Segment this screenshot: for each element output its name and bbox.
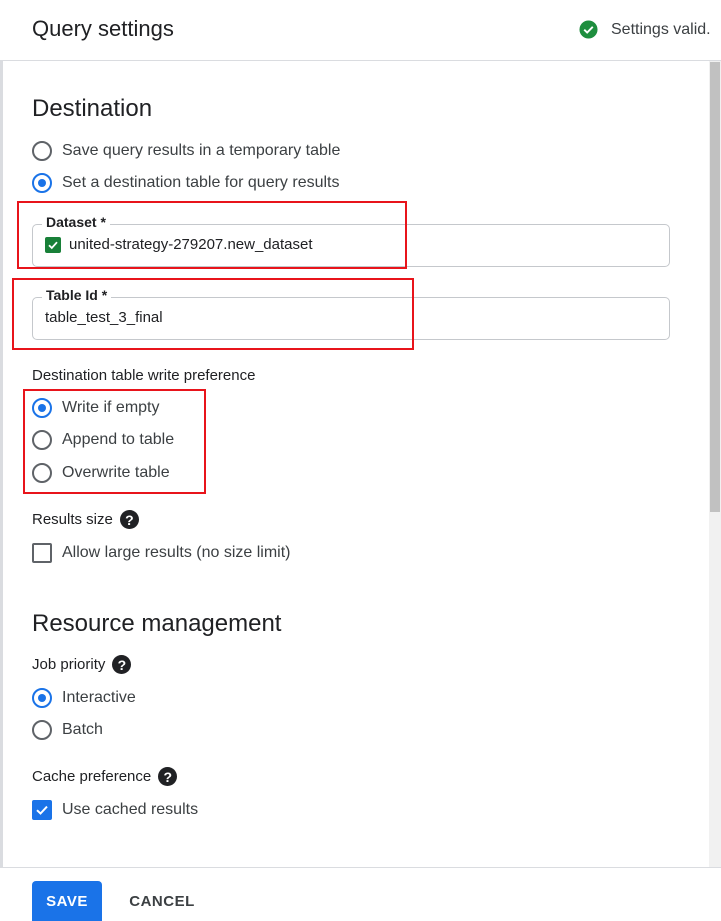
left-edge: [0, 0, 3, 920]
cancel-button[interactable]: CANCEL: [120, 881, 204, 921]
radio-label: Batch: [62, 721, 103, 738]
checkbox[interactable]: [32, 543, 52, 563]
resource-management-heading: Resource management: [32, 610, 282, 637]
radio-batch[interactable]: Batch: [32, 720, 103, 740]
help-icon[interactable]: ?: [112, 655, 132, 674]
radio-button[interactable]: [32, 141, 52, 161]
help-icon[interactable]: ?: [158, 767, 178, 786]
radio-interactive[interactable]: Interactive: [32, 688, 136, 708]
scrollbar-thumb[interactable]: [710, 62, 720, 512]
annotation-box-table-id: [12, 278, 414, 350]
radio-label: Set a destination table for query result…: [62, 174, 340, 191]
annotation-box-dataset: [17, 201, 407, 269]
radio-label: Save query results in a temporary table: [62, 142, 341, 159]
results-size-label-text: Results size: [32, 511, 113, 528]
checkbox[interactable]: [32, 800, 52, 820]
radio-button[interactable]: [32, 688, 52, 708]
cache-preference-label: Cache preference ?: [32, 767, 178, 786]
radio-destination-table[interactable]: Set a destination table for query result…: [32, 173, 340, 193]
radio-label: Interactive: [62, 689, 136, 706]
help-icon[interactable]: ?: [119, 510, 139, 529]
page-title: Query settings: [32, 16, 174, 41]
checkbox-label: Allow large results (no size limit): [62, 544, 291, 561]
job-priority-label: Job priority ?: [32, 655, 132, 674]
write-preference-label-text: Destination table write preference: [32, 367, 256, 384]
settings-status: Settings valid.: [579, 20, 711, 39]
radio-temporary-table[interactable]: Save query results in a temporary table: [32, 141, 340, 161]
write-preference-label: Destination table write preference: [32, 367, 255, 384]
check-icon: [36, 805, 48, 815]
dialog-header: Query settings Settings valid.: [0, 0, 721, 61]
dialog-footer: [0, 867, 721, 921]
checkbox-use-cached-results[interactable]: Use cached results: [32, 800, 198, 820]
check-circle-icon: [579, 20, 598, 39]
destination-heading: Destination: [32, 95, 153, 122]
radio-button[interactable]: [32, 720, 52, 740]
checkbox-label: Use cached results: [62, 801, 199, 818]
job-priority-label-text: Job priority: [32, 656, 106, 673]
cache-preference-label-text: Cache preference: [32, 768, 152, 785]
checkbox-allow-large-results[interactable]: Allow large results (no size limit): [32, 543, 291, 563]
status-text: Settings valid.: [611, 20, 711, 38]
results-size-label: Results size ?: [32, 510, 139, 529]
annotation-box-write-preference: [23, 389, 206, 494]
radio-button[interactable]: [32, 173, 52, 193]
save-button[interactable]: SAVE: [32, 881, 102, 921]
